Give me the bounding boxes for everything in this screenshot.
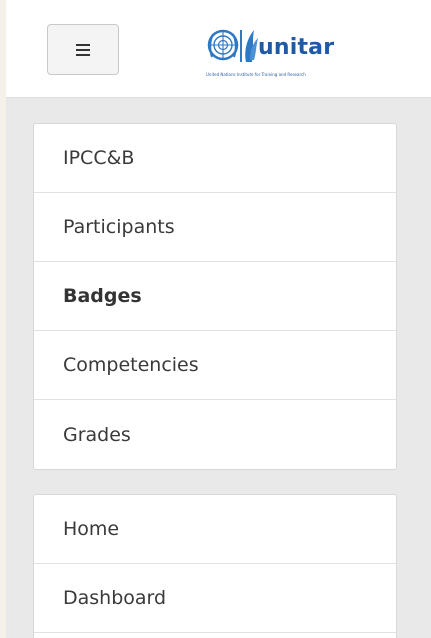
nav-item-label: Home	[63, 518, 120, 540]
nav-item-label: Competencies	[63, 354, 199, 376]
site-navigation: Home Dashboard	[33, 494, 397, 638]
unitar-logo[interactable]: unitar United Nations Institute for Trai…	[206, 26, 382, 88]
nav-item-label: Grades	[63, 423, 131, 446]
menu-toggle-button[interactable]	[47, 24, 119, 75]
course-navigation: IPCC&B Participants Badges Competencies …	[33, 123, 397, 470]
logo-tagline: United Nations Institute for Training an…	[206, 72, 306, 77]
app-frame: unitar United Nations Institute for Trai…	[6, 0, 431, 638]
nav-item-home[interactable]: Home	[34, 495, 396, 564]
hamburger-icon	[76, 43, 90, 56]
nav-item-badges[interactable]: Badges	[34, 262, 396, 331]
nav-item-dashboard[interactable]: Dashboard	[34, 564, 396, 633]
nav-item-competencies[interactable]: Competencies	[34, 331, 396, 400]
nav-item-label: Dashboard	[63, 587, 167, 609]
un-emblem-icon	[207, 29, 258, 62]
nav-item-label: Badges	[63, 285, 142, 307]
nav-item-participants[interactable]: Participants	[34, 193, 396, 262]
nav-item-label: Participants	[63, 216, 175, 238]
nav-item-grades[interactable]: Grades	[34, 400, 396, 469]
nav-item-ipccb[interactable]: IPCC&B	[34, 124, 396, 193]
nav-item-label: IPCC&B	[63, 147, 135, 169]
logo-wordmark: unitar	[258, 35, 335, 60]
top-navbar: unitar United Nations Institute for Trai…	[6, 0, 431, 98]
